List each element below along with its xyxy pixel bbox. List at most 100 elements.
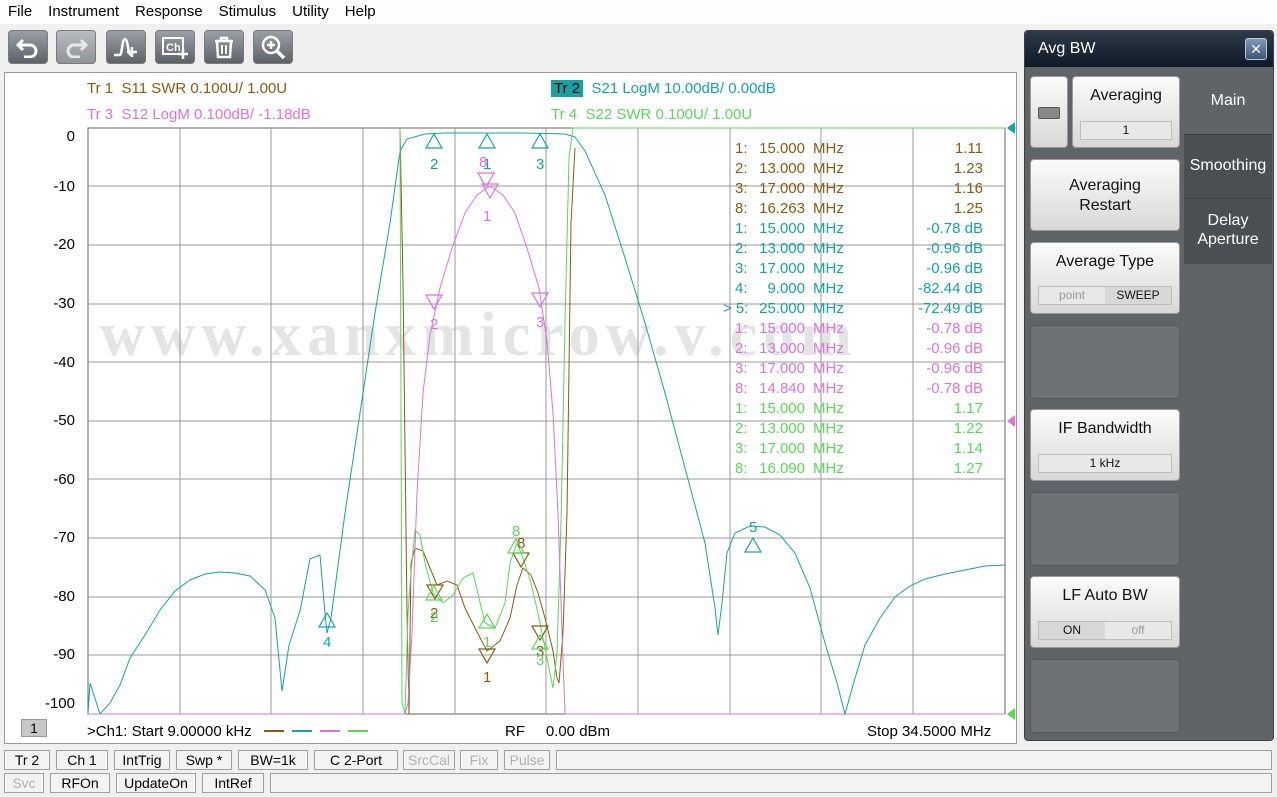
svg-text:3: 3 bbox=[536, 156, 544, 173]
marker-val: -0.96 dB bbox=[926, 260, 983, 277]
marker-unit: MHz bbox=[813, 380, 844, 397]
menu-bar: File Instrument Response Stimulus Utilit… bbox=[0, 0, 1277, 24]
svg-text:Ch: Ch bbox=[166, 42, 181, 54]
average-type-selector[interactable]: point SWEEP bbox=[1038, 286, 1172, 305]
avg-type-point[interactable]: point bbox=[1039, 287, 1105, 304]
marker-unit: MHz bbox=[813, 160, 844, 177]
marker-unit: MHz bbox=[813, 220, 844, 237]
marker-val: 1.11 bbox=[954, 140, 983, 157]
menu-file[interactable]: File bbox=[0, 0, 40, 24]
tab-smoothing[interactable]: Smoothing bbox=[1184, 134, 1272, 198]
svg-text:1: 1 bbox=[483, 208, 491, 225]
if-bandwidth-button[interactable]: IF Bandwidth 1 kHz bbox=[1030, 409, 1180, 481]
marker-freq: 9.000 bbox=[767, 280, 805, 297]
marker-val: -72.49 dB bbox=[917, 300, 983, 317]
lf-auto-bw-selector[interactable]: ON off bbox=[1038, 621, 1172, 640]
status-channel[interactable]: Ch 1 bbox=[56, 750, 108, 770]
status-trace[interactable]: Tr 2 bbox=[4, 750, 50, 770]
averaging-button[interactable]: Averaging 1 bbox=[1072, 76, 1180, 148]
if-bandwidth-label: IF Bandwidth bbox=[1058, 420, 1152, 437]
averaging-toggle-button[interactable] bbox=[1030, 76, 1068, 148]
zoom-button[interactable] bbox=[253, 30, 293, 64]
channel-number[interactable]: 1 bbox=[21, 719, 47, 737]
marker-val: -82.44 dB bbox=[917, 280, 983, 297]
empty-softkey bbox=[1030, 659, 1180, 733]
channel-add-icon: Ch bbox=[162, 37, 188, 59]
status-srccal[interactable]: SrcCal bbox=[403, 750, 455, 770]
averaging-value[interactable]: 1 bbox=[1080, 121, 1172, 140]
averaging-restart-button[interactable]: Averaging Restart bbox=[1030, 159, 1180, 231]
status-int-ref[interactable]: IntRef bbox=[202, 773, 264, 793]
trace-2-marker-labels: 2 1 3 4 5 bbox=[323, 156, 757, 651]
menu-help[interactable]: Help bbox=[337, 0, 384, 24]
marker-unit: MHz bbox=[813, 440, 844, 457]
status-info-area bbox=[270, 773, 1272, 793]
marker-unit: MHz bbox=[813, 240, 844, 257]
averaging-restart-label: Averaging Restart bbox=[1069, 177, 1141, 214]
marker-val: -0.96 dB bbox=[926, 360, 983, 377]
trace-3-markers bbox=[424, 172, 550, 311]
status-bandwidth[interactable]: BW=1k bbox=[238, 750, 308, 770]
marker-val: 1.25 bbox=[953, 200, 983, 217]
status-fix[interactable]: Fix bbox=[460, 750, 498, 770]
undo-icon bbox=[16, 38, 38, 58]
marker-val: -0.78 dB bbox=[926, 380, 983, 397]
delete-trace-button[interactable] bbox=[204, 30, 244, 64]
if-bandwidth-value[interactable]: 1 kHz bbox=[1038, 454, 1172, 473]
menu-stimulus[interactable]: Stimulus bbox=[211, 0, 285, 24]
marker-unit: MHz bbox=[813, 180, 844, 197]
panel-title: Avg BW ✕ bbox=[1025, 31, 1273, 67]
marker-val: -0.96 dB bbox=[926, 340, 983, 357]
marker-unit: MHz bbox=[813, 140, 844, 157]
empty-softkey bbox=[1030, 325, 1180, 399]
svg-text:1: 1 bbox=[483, 669, 491, 686]
svg-text:1: 1 bbox=[483, 634, 491, 651]
marker-val: 1.23 bbox=[953, 160, 983, 177]
status-svc[interactable]: Svc bbox=[4, 773, 44, 793]
undo-button[interactable] bbox=[8, 30, 48, 64]
marker-freq: 25.000 bbox=[759, 300, 805, 317]
lf-auto-off[interactable]: off bbox=[1105, 622, 1171, 639]
marker-unit: MHz bbox=[813, 360, 844, 377]
status-trigger[interactable]: IntTrig bbox=[114, 750, 170, 770]
marker-add-button[interactable] bbox=[106, 30, 146, 64]
status-message-area bbox=[556, 750, 1272, 770]
marker-unit: MHz bbox=[813, 200, 844, 217]
menu-instrument[interactable]: Instrument bbox=[40, 0, 127, 24]
stop-frequency[interactable]: Stop 34.5000 MHz bbox=[867, 723, 991, 740]
marker-add-icon bbox=[114, 37, 137, 57]
trace-4-markers bbox=[424, 537, 550, 650]
lf-auto-on[interactable]: ON bbox=[1039, 622, 1105, 639]
panel-title-text: Avg BW bbox=[1038, 40, 1096, 57]
svg-text:2: 2 bbox=[430, 156, 438, 173]
channel-add-button[interactable]: Ch bbox=[155, 30, 195, 64]
rf-power[interactable]: RF 0.00 dBm bbox=[505, 723, 610, 740]
status-pulse[interactable]: Pulse bbox=[504, 750, 550, 770]
avg-type-sweep[interactable]: SWEEP bbox=[1105, 287, 1171, 304]
svg-text:2: 2 bbox=[430, 609, 438, 626]
marker-val: 1.22 bbox=[953, 420, 983, 437]
close-button[interactable]: ✕ bbox=[1245, 38, 1267, 60]
tab-main[interactable]: Main bbox=[1184, 68, 1272, 134]
marker-freq: 13.000 bbox=[759, 160, 805, 177]
trace-4-marker-labels: 2 1 3 8 bbox=[430, 523, 544, 669]
zoom-icon bbox=[261, 35, 286, 60]
menu-utility[interactable]: Utility bbox=[284, 0, 337, 24]
menu-response[interactable]: Response bbox=[127, 0, 211, 24]
start-frequency[interactable]: >Ch1: Start 9.00000 kHz bbox=[87, 723, 372, 740]
marker-val: 1.14 bbox=[953, 440, 983, 457]
marker-freq: 16.263 bbox=[759, 200, 805, 217]
status-sweep[interactable]: Swp * bbox=[176, 750, 232, 770]
redo-icon bbox=[66, 38, 88, 58]
lf-auto-bw-button[interactable]: LF Auto BW ON off bbox=[1030, 576, 1180, 648]
status-update-on[interactable]: UpdateOn bbox=[116, 773, 196, 793]
plot-area[interactable]: Tr 1 S11 SWR 0.100U/ 1.00U Tr 3 S12 LogM… bbox=[4, 72, 1017, 744]
marker-freq: 13.000 bbox=[759, 340, 805, 357]
status-calibration[interactable]: C 2-Port bbox=[314, 750, 398, 770]
svg-text:2: 2 bbox=[430, 316, 438, 333]
tab-delay-aperture[interactable]: Delay Aperture bbox=[1184, 198, 1272, 264]
average-type-button[interactable]: Average Type point SWEEP bbox=[1030, 242, 1180, 314]
status-rf-on[interactable]: RFOn bbox=[50, 773, 110, 793]
marker-freq: 15.000 bbox=[759, 140, 805, 157]
redo-button[interactable] bbox=[56, 30, 96, 64]
